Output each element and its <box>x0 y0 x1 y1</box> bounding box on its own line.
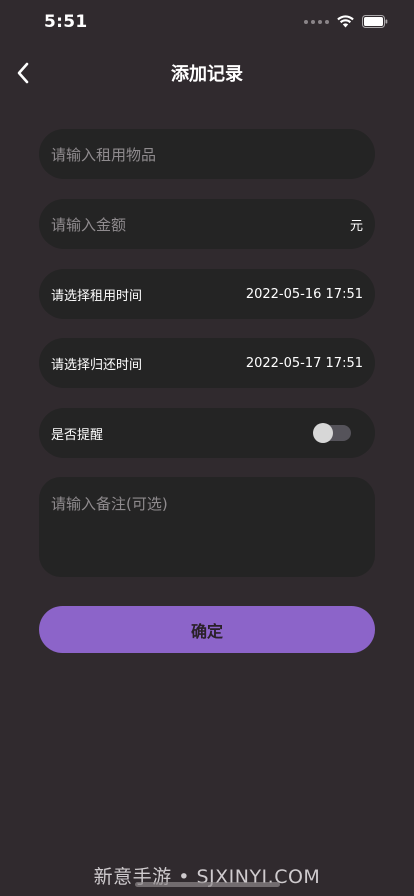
toggle-knob <box>313 423 333 443</box>
return-time-label: 请选择归还时间 <box>51 357 143 373</box>
rent-time-label: 请选择租用时间 <box>51 288 143 304</box>
rent-time-value: 2022-05-16 17:51 <box>245 286 363 302</box>
battery-icon <box>362 15 388 28</box>
item-input-placeholder: 请输入租用物品 <box>51 145 157 164</box>
notes-textarea[interactable]: 请输入备注(可选) <box>39 477 375 577</box>
wifi-icon <box>337 15 354 28</box>
home-indicator <box>135 882 280 887</box>
amount-input[interactable]: 请输入金额 元 <box>39 199 375 249</box>
amount-unit: 元 <box>349 218 363 234</box>
rent-time-picker[interactable]: 请选择租用时间 2022-05-16 17:51 <box>39 269 375 319</box>
reminder-toggle[interactable] <box>313 423 351 443</box>
notes-placeholder: 请输入备注(可选) <box>51 495 168 513</box>
nav-bar: 添加记录 <box>0 48 414 98</box>
return-time-picker[interactable]: 请选择归还时间 2022-05-17 17:51 <box>39 338 375 388</box>
signal-icon <box>304 19 329 24</box>
reminder-row: 是否提醒 <box>39 408 375 458</box>
status-icons <box>304 15 388 28</box>
reminder-label: 是否提醒 <box>51 427 104 443</box>
item-input[interactable]: 请输入租用物品 <box>39 129 375 179</box>
page-title: 添加记录 <box>171 64 243 85</box>
amount-input-placeholder: 请输入金额 <box>51 215 127 234</box>
status-time: 5:51 <box>44 12 88 32</box>
confirm-button[interactable]: 确定 <box>39 606 375 653</box>
status-bar: 5:51 <box>0 0 414 48</box>
return-time-value: 2022-05-17 17:51 <box>245 355 363 371</box>
